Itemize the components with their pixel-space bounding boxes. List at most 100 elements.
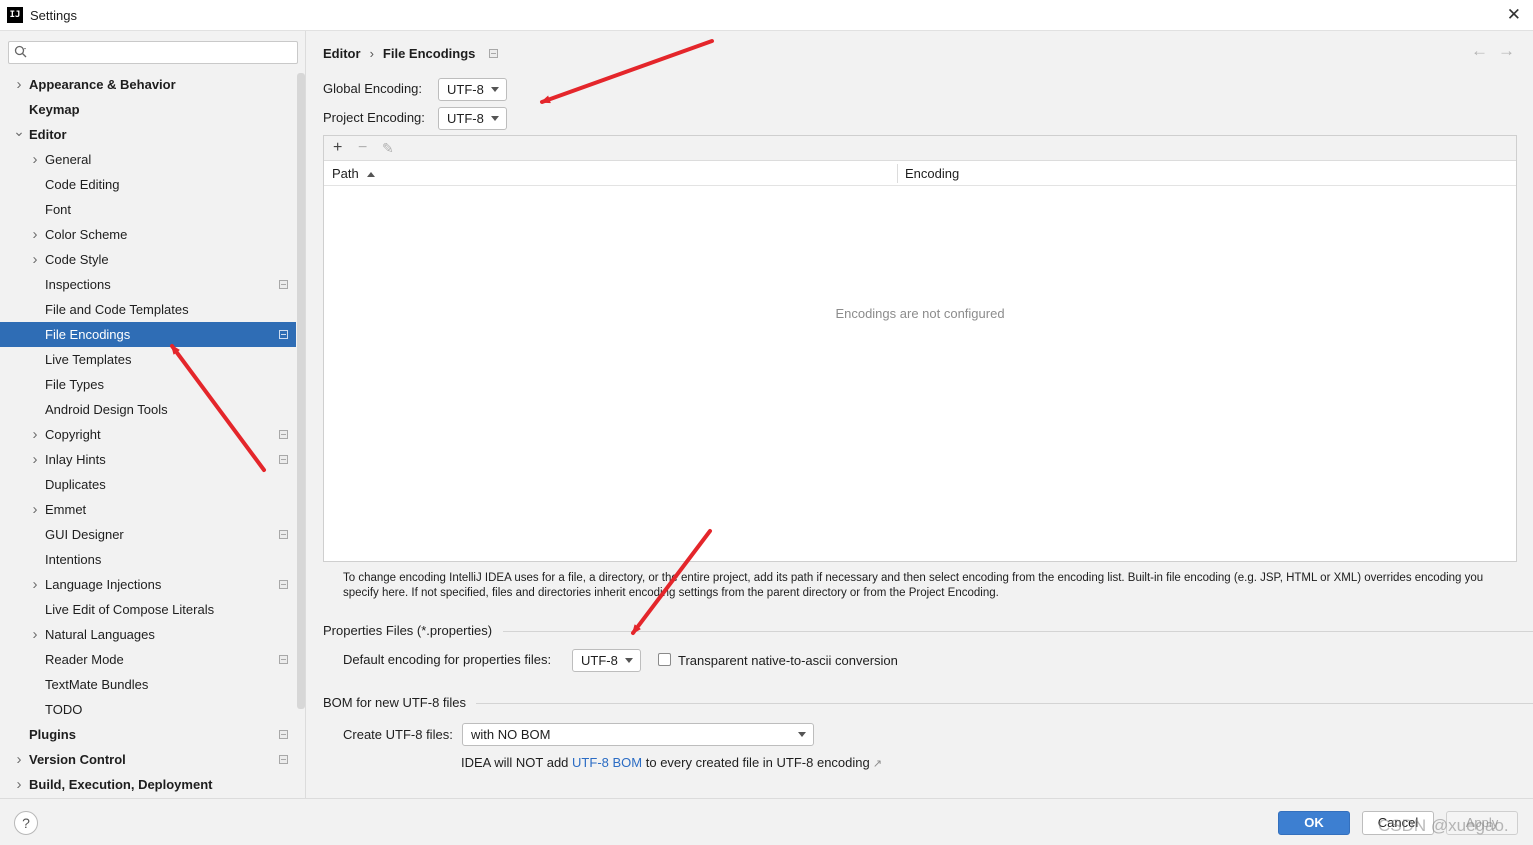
sidebar-item-todo[interactable]: TODO	[0, 697, 296, 722]
project-encoding-label: Project Encoding:	[323, 110, 425, 125]
sidebar-item-copyright[interactable]: › Copyright	[0, 422, 296, 447]
settings-tree: › Appearance & Behavior Keymap ⌄ Editor › Gene…	[0, 72, 296, 797]
sidebar-item-gui-designer[interactable]: GUI Designer	[0, 522, 296, 547]
breadcrumb-parent[interactable]: Editor	[323, 46, 361, 61]
table-header: Path Encoding	[324, 161, 1516, 186]
sidebar-item-font[interactable]: Font	[0, 197, 296, 222]
bom-value: with NO BOM	[471, 727, 551, 742]
settings-search[interactable]	[8, 41, 298, 64]
sidebar-item-inspections[interactable]: Inspections	[0, 272, 296, 297]
chevron-right-icon[interactable]: ›	[29, 447, 41, 472]
sidebar-item-natural-languages[interactable]: › Natural Languages	[0, 622, 296, 647]
sidebar-item-label: Live Templates	[45, 352, 132, 367]
sidebar-item-live-templates[interactable]: Live Templates	[0, 347, 296, 372]
chevron-down-icon	[625, 658, 633, 663]
sidebar-item-reader-mode[interactable]: Reader Mode	[0, 647, 296, 672]
close-icon[interactable]: ✕	[1507, 5, 1521, 25]
project-scope-icon	[279, 530, 288, 539]
global-encoding-value: UTF-8	[447, 82, 484, 97]
chevron-down-icon[interactable]: ⌄	[13, 122, 25, 140]
edit-icon[interactable]: ✎	[382, 138, 394, 158]
sidebar-item-language-injections[interactable]: › Language Injections	[0, 572, 296, 597]
remove-icon[interactable]: −	[358, 138, 367, 158]
chevron-right-icon[interactable]: ›	[29, 572, 41, 597]
back-arrow-icon[interactable]: ←	[1471, 41, 1488, 60]
column-encoding-label: Encoding	[905, 166, 960, 181]
sidebar-item-label: Appearance & Behavior	[29, 77, 176, 92]
utf8-bom-link[interactable]: UTF-8 BOM	[572, 755, 642, 770]
encoding-hint-text: To change encoding IntelliJ IDEA uses fo…	[343, 572, 1484, 599]
sidebar-item-general[interactable]: › General	[0, 147, 296, 172]
sidebar-item-duplicates[interactable]: Duplicates	[0, 472, 296, 497]
group-divider	[476, 703, 1533, 704]
sidebar-item-intentions[interactable]: Intentions	[0, 547, 296, 572]
sidebar-item-file-types[interactable]: File Types	[0, 372, 296, 397]
sidebar-item-build-execution-deployment[interactable]: › Build, Execution, Deployment	[0, 772, 296, 797]
global-encoding-dropdown[interactable]: UTF-8	[438, 78, 507, 101]
sidebar-item-file-and-code-templates[interactable]: File and Code Templates	[0, 297, 296, 322]
global-encoding-label: Global Encoding:	[323, 81, 423, 96]
sidebar-item-color-scheme[interactable]: › Color Scheme	[0, 222, 296, 247]
window-title: Settings	[30, 8, 77, 23]
sidebar-item-label: Code Style	[45, 252, 109, 267]
sidebar-scrollbar[interactable]	[297, 73, 305, 709]
sidebar-item-keymap[interactable]: Keymap	[0, 97, 296, 122]
chevron-right-icon[interactable]: ›	[29, 222, 41, 247]
add-icon[interactable]: +	[333, 138, 342, 158]
sidebar-item-label: Natural Languages	[45, 627, 155, 642]
native-to-ascii-label[interactable]: Transparent native-to-ascii conversion	[678, 653, 898, 668]
search-input[interactable]	[33, 44, 293, 61]
create-utf8-label: Create UTF-8 files:	[343, 727, 453, 742]
search-icon	[14, 45, 28, 62]
sort-ascending-icon	[366, 172, 375, 178]
project-scope-icon	[279, 755, 288, 764]
sidebar-item-code-style[interactable]: › Code Style	[0, 247, 296, 272]
chevron-right-icon[interactable]: ›	[29, 147, 41, 172]
group-divider	[503, 631, 1533, 632]
sidebar-item-inlay-hints[interactable]: › Inlay Hints	[0, 447, 296, 472]
native-to-ascii-checkbox[interactable]	[658, 653, 671, 666]
project-encoding-dropdown[interactable]: UTF-8	[438, 107, 507, 130]
chevron-right-icon[interactable]: ›	[13, 72, 25, 97]
sidebar-item-emmet[interactable]: › Emmet	[0, 497, 296, 522]
sidebar-item-plugins[interactable]: Plugins	[0, 722, 296, 747]
project-scope-icon	[279, 280, 288, 289]
sidebar-item-code-editing[interactable]: Code Editing	[0, 172, 296, 197]
help-button[interactable]: ?	[14, 811, 38, 835]
chevron-right-icon[interactable]: ›	[13, 747, 25, 772]
sidebar-item-label: Plugins	[29, 727, 76, 742]
sidebar-item-label: Emmet	[45, 502, 87, 517]
sidebar-item-label: General	[45, 152, 92, 167]
sidebar-item-textmate-bundles[interactable]: TextMate Bundles	[0, 672, 296, 697]
column-encoding[interactable]: Encoding	[897, 161, 959, 186]
cancel-button[interactable]: Cancel	[1362, 811, 1434, 835]
chevron-right-icon[interactable]: ›	[13, 772, 25, 797]
bom-info-prefix: IDEA will NOT add	[461, 755, 569, 770]
sidebar-item-android-design-tools[interactable]: Android Design Tools	[0, 397, 296, 422]
chevron-right-icon[interactable]: ›	[29, 247, 41, 272]
chevron-down-icon	[798, 732, 806, 737]
column-path-label: Path	[332, 166, 359, 181]
sidebar-item-file-encodings[interactable]: File Encodings	[0, 322, 296, 347]
sidebar-item-live-edit-of-compose-literals[interactable]: Live Edit of Compose Literals	[0, 597, 296, 622]
project-scope-icon	[279, 430, 288, 439]
properties-encoding-dropdown[interactable]: UTF-8	[572, 649, 641, 672]
ok-button[interactable]: OK	[1278, 811, 1350, 835]
column-path[interactable]: Path	[324, 161, 375, 186]
apply-button[interactable]: Apply	[1446, 811, 1518, 835]
chevron-right-icon[interactable]: ›	[29, 422, 41, 447]
project-encoding-value: UTF-8	[447, 111, 484, 126]
chevron-right-icon[interactable]: ›	[29, 622, 41, 647]
sidebar-item-version-control[interactable]: › Version Control	[0, 747, 296, 772]
sidebar-item-appearance-behavior[interactable]: › Appearance & Behavior	[0, 72, 296, 97]
sidebar-item-editor[interactable]: ⌄ Editor	[0, 122, 296, 147]
properties-encoding-value: UTF-8	[581, 653, 618, 668]
properties-group-title: Properties Files (*.properties)	[323, 623, 493, 638]
sidebar-item-label: Inlay Hints	[45, 452, 106, 467]
bom-info-suffix: to every created file in UTF-8 encoding	[645, 755, 870, 770]
forward-arrow-icon[interactable]: →	[1498, 41, 1515, 60]
chevron-right-icon[interactable]: ›	[29, 497, 41, 522]
title-bar: IJ Settings ✕	[0, 0, 1533, 31]
sidebar-item-label: Keymap	[29, 102, 80, 117]
bom-dropdown[interactable]: with NO BOM	[462, 723, 814, 746]
